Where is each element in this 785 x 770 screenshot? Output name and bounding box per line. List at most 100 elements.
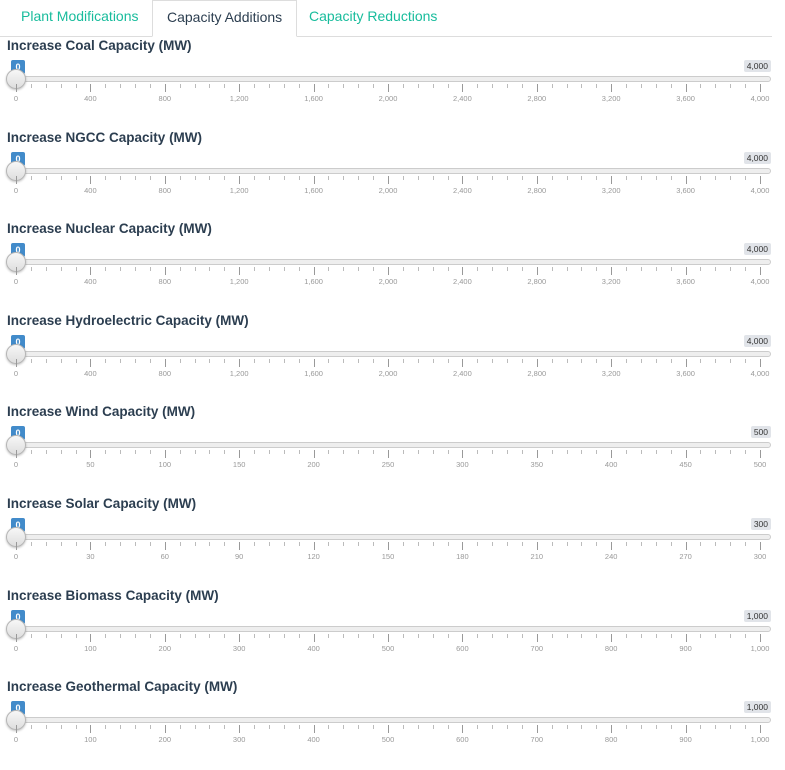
slider-track[interactable]: [8, 350, 771, 357]
tick-label: 800: [158, 185, 172, 195]
major-tick: [388, 633, 389, 642]
minor-tick: [75, 358, 77, 363]
minor-tick: [135, 450, 137, 455]
minor-tick: [715, 725, 717, 730]
tick-label: 600: [456, 735, 469, 745]
major-tick: [90, 450, 92, 459]
minor-tick: [254, 633, 256, 638]
tick-label: 240: [604, 552, 618, 561]
minor-tick: [120, 450, 122, 455]
minor-tick: [581, 175, 583, 180]
minor-tick: [402, 84, 404, 88]
major-tick: [685, 542, 687, 550]
tick-label: 400: [84, 185, 97, 195]
major-tick: [536, 633, 538, 642]
major-tick: [760, 633, 761, 642]
minor-tick: [596, 633, 598, 638]
slider-track[interactable]: [8, 442, 771, 449]
minor-tick: [120, 725, 122, 730]
minor-tick: [507, 725, 509, 730]
major-tick: [388, 84, 389, 92]
tick-label: 1,000: [750, 643, 770, 653]
minor-tick: [432, 84, 434, 88]
tick-label: 4,000: [750, 277, 770, 287]
minor-tick: [715, 633, 717, 638]
minor-tick: [730, 175, 732, 180]
minor-tick: [179, 633, 181, 638]
tab-plant-modifications[interactable]: Plant Modifications: [7, 0, 153, 35]
minor-tick: [700, 358, 702, 363]
tick-label: 350: [530, 460, 544, 470]
slider-group: Increase Biomass Capacity (MW) 0 1,000 0 100…: [0, 588, 785, 679]
minor-tick: [566, 542, 568, 546]
major-tick: [388, 267, 389, 276]
minor-tick: [60, 633, 62, 638]
slider-track[interactable]: [8, 625, 771, 632]
slider-track[interactable]: [8, 76, 771, 82]
minor-tick: [343, 725, 345, 730]
slider-track[interactable]: [8, 717, 771, 724]
major-tick: [16, 358, 17, 367]
minor-tick: [432, 633, 434, 638]
minor-tick: [254, 542, 256, 546]
minor-tick: [268, 175, 270, 180]
minor-tick: [626, 450, 628, 455]
tick-label: 3,600: [676, 277, 695, 287]
slider-track[interactable]: [8, 534, 771, 540]
minor-tick: [626, 267, 628, 272]
minor-tick: [596, 267, 598, 272]
minor-tick: [30, 84, 32, 88]
tick-label: 900: [679, 643, 692, 653]
minor-tick: [209, 175, 211, 180]
minor-tick: [45, 450, 47, 455]
minor-tick: [75, 267, 77, 272]
minor-tick: [626, 358, 628, 363]
slider-track[interactable]: [8, 259, 771, 266]
major-tick: [462, 358, 464, 367]
major-tick: [462, 84, 464, 92]
minor-tick: [551, 542, 553, 546]
major-tick: [16, 542, 17, 550]
minor-tick: [358, 542, 360, 546]
minor-tick: [477, 725, 479, 730]
minor-tick: [254, 725, 256, 730]
minor-tick: [745, 450, 747, 455]
major-tick: [536, 358, 538, 367]
minor-tick: [402, 358, 404, 363]
minor-tick: [566, 267, 568, 272]
minor-tick: [373, 358, 375, 363]
tick-label: 2,800: [527, 368, 547, 378]
minor-tick: [268, 358, 270, 363]
minor-tick: [432, 542, 434, 546]
major-tick: [313, 633, 315, 642]
major-tick: [164, 450, 166, 459]
major-tick: [16, 175, 17, 184]
minor-tick: [551, 450, 553, 455]
major-tick: [462, 633, 464, 642]
minor-tick: [149, 175, 151, 180]
minor-tick: [655, 542, 657, 546]
minor-tick: [745, 84, 747, 88]
minor-tick: [373, 267, 375, 272]
tab-capacity-additions[interactable]: Capacity Additions: [152, 0, 298, 37]
slider-label: Increase Biomass Capacity (MW): [7, 587, 219, 603]
major-tick: [313, 267, 315, 276]
tick-label: 2,400: [453, 368, 472, 378]
major-tick: [611, 175, 613, 184]
minor-tick: [75, 175, 77, 180]
minor-tick: [566, 450, 568, 455]
minor-tick: [45, 725, 47, 730]
tab-capacity-reductions[interactable]: Capacity Reductions: [295, 0, 451, 35]
tick-label: 2,400: [453, 277, 472, 287]
slider-track[interactable]: [8, 167, 771, 174]
minor-tick: [149, 450, 151, 455]
minor-tick: [417, 633, 419, 638]
major-tick: [16, 84, 17, 92]
tick-label: 300: [456, 460, 469, 470]
minor-tick: [507, 542, 509, 546]
minor-tick: [135, 175, 137, 180]
minor-tick: [581, 633, 583, 638]
minor-tick: [179, 450, 181, 455]
slider-group: Increase Coal Capacity (MW) 0 4,000 0 400 800…: [0, 38, 785, 129]
minor-tick: [75, 633, 77, 638]
